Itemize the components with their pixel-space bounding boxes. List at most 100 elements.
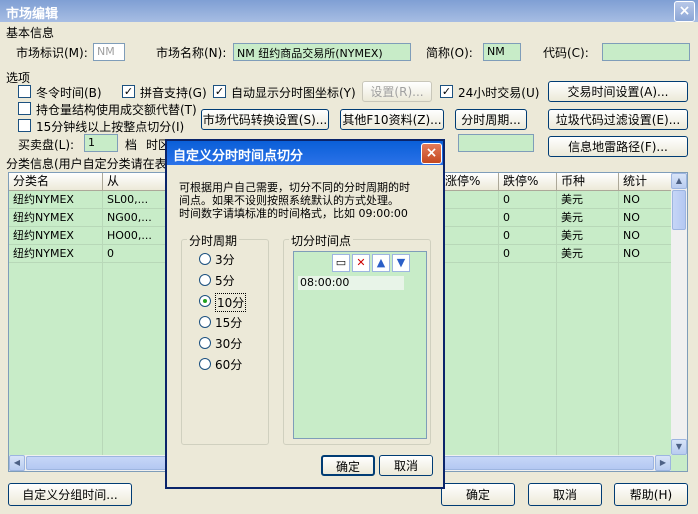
cancel-button[interactable]: 取消: [528, 483, 602, 506]
category-hint-label: 分类信息(用户自定分类请在表: [6, 157, 167, 171]
min15-split-checkbox[interactable]: [18, 119, 31, 132]
winter-time-label: 冬令时间(B): [36, 86, 102, 100]
period-label-10: 10分: [215, 293, 247, 312]
buy-sell-label: 买卖盘(L):: [18, 138, 75, 152]
period-radio-5[interactable]: [199, 274, 211, 286]
code-field[interactable]: [602, 43, 690, 61]
scroll-up-icon[interactable]: ▲: [671, 173, 687, 189]
delete-icon[interactable]: ✕: [352, 254, 370, 272]
cell-currency: 美元: [557, 245, 619, 263]
window-titlebar[interactable]: 市场编辑 ×: [0, 0, 698, 22]
scroll-left-icon[interactable]: ◀: [9, 455, 25, 471]
period-label-15: 15分: [215, 316, 243, 330]
info-mine-path-button[interactable]: 信息地雷路径(F)...: [548, 136, 688, 157]
cell-limit-down: 0: [499, 227, 557, 245]
settings-button[interactable]: 设置(R)...: [362, 81, 432, 102]
cell-name: 纽约NYMEX: [9, 191, 103, 209]
scroll-right-icon[interactable]: ▶: [655, 455, 671, 471]
buy-sell-field[interactable]: 1: [84, 134, 118, 152]
time-point-row[interactable]: 08:00:00: [298, 276, 404, 290]
period-radio-15[interactable]: [199, 316, 211, 328]
market-id-label: 市场标识(M):: [16, 46, 88, 60]
scroll-down-icon[interactable]: ▼: [671, 439, 687, 455]
other-f10-button[interactable]: 其他F10资料(Z)...: [340, 109, 444, 130]
cell-currency: 美元: [557, 209, 619, 227]
cell-limit-down: 0: [499, 191, 557, 209]
period-label-60: 60分: [215, 358, 243, 372]
cell-limit-up: [441, 227, 499, 245]
junk-filter-button[interactable]: 垃圾代码过滤设置(E)...: [548, 109, 688, 130]
window-close-icon[interactable]: ×: [674, 1, 695, 22]
cell-limit-up: [441, 191, 499, 209]
dialog-desc-line3: 时间数字请填标准的时间格式，比如 09:00:00: [179, 207, 408, 220]
column-header-stats[interactable]: 统计: [619, 173, 673, 191]
period-group-label: 分时周期: [187, 232, 240, 249]
dialog-ok-button[interactable]: 确定: [321, 455, 375, 476]
cell-stats: NO: [619, 227, 673, 245]
market-id-field[interactable]: NM: [93, 43, 125, 61]
ok-button[interactable]: 确定: [441, 483, 515, 506]
dialog-cancel-button[interactable]: 取消: [379, 455, 433, 476]
folder-icon[interactable]: ▭: [332, 254, 350, 272]
short-name-field[interactable]: NM: [483, 43, 521, 61]
cell-currency: 美元: [557, 191, 619, 209]
position-struct-checkbox[interactable]: [18, 102, 31, 115]
dialog-titlebar[interactable]: 自定义分时时间点切分 ×: [167, 141, 443, 165]
column-header-limit-down[interactable]: 跌停%: [499, 173, 557, 191]
help-button[interactable]: 帮助(H): [614, 483, 688, 506]
h24-trade-checkbox[interactable]: ✓: [440, 85, 453, 98]
gear-label: 档: [125, 138, 138, 152]
time-point-list[interactable]: ▭ ✕ ▲ ▼ 08:00:00: [293, 251, 427, 439]
split-time-dialog: 自定义分时时间点切分 × 可根据用户自己需要，切分不同的分时周期的时 间点。如果…: [165, 139, 445, 489]
column-divider: [498, 263, 499, 455]
column-divider: [556, 263, 557, 455]
period-label-3: 3分: [215, 253, 235, 267]
move-up-icon[interactable]: ▲: [372, 254, 390, 272]
winter-time-checkbox[interactable]: [18, 85, 31, 98]
cell-limit-up: [441, 209, 499, 227]
period-radio-30[interactable]: [199, 337, 211, 349]
cell-limit-down: 0: [499, 209, 557, 227]
auto-coord-checkbox[interactable]: ✓: [213, 85, 226, 98]
trade-time-settings-button[interactable]: 交易时间设置(A)...: [548, 81, 688, 102]
period-button[interactable]: 分时周期...: [455, 109, 527, 130]
cell-stats: NO: [619, 245, 673, 263]
market-name-label: 市场名称(N):: [156, 46, 227, 60]
column-header-currency[interactable]: 币种: [557, 173, 619, 191]
period-radio-3[interactable]: [199, 253, 211, 265]
cell-currency: 美元: [557, 227, 619, 245]
column-header-name[interactable]: 分类名: [9, 173, 103, 191]
cell-limit-down: 0: [499, 245, 557, 263]
vertical-scroll-thumb[interactable]: [672, 190, 686, 230]
period-radio-10[interactable]: [199, 295, 211, 307]
cell-name: 纽约NYMEX: [9, 245, 103, 263]
short-name-label: 简称(O):: [426, 46, 473, 60]
pinyin-checkbox[interactable]: ✓: [122, 85, 135, 98]
basic-info-section-label: 基本信息: [6, 26, 55, 40]
code-label: 代码(C):: [543, 46, 589, 60]
auto-coord-label: 自动显示分时图坐标(Y): [231, 86, 356, 100]
min15-split-label: 15分钟线以上按整点切分(I): [36, 120, 185, 134]
market-name-field[interactable]: NM 纽约商品交易所(NYMEX): [233, 43, 411, 61]
dialog-close-icon[interactable]: ×: [421, 143, 442, 164]
split-time-group-label: 切分时间点: [289, 232, 354, 249]
move-down-icon[interactable]: ▼: [392, 254, 410, 272]
period-label-30: 30分: [215, 337, 243, 351]
vertical-scrollbar[interactable]: ▲ ▼: [671, 173, 687, 455]
timezone-field[interactable]: [458, 134, 534, 152]
column-divider: [102, 263, 103, 455]
dialog-title: 自定义分时时间点切分: [173, 149, 304, 164]
market-code-convert-button[interactable]: 市场代码转换设置(S)...: [201, 109, 329, 130]
period-label-5: 5分: [215, 274, 235, 288]
cell-name: 纽约NYMEX: [9, 209, 103, 227]
cell-stats: NO: [619, 191, 673, 209]
column-header-limit-up[interactable]: 涨停%: [441, 173, 499, 191]
position-struct-label: 持仓量结构使用成交额代替(T): [36, 103, 197, 117]
time-point-value: 08:00:00: [300, 276, 350, 289]
period-radio-60[interactable]: [199, 358, 211, 370]
cell-name: 纽约NYMEX: [9, 227, 103, 245]
column-divider: [618, 263, 619, 455]
cell-stats: NO: [619, 209, 673, 227]
custom-group-time-button[interactable]: 自定义分组时间...: [8, 483, 132, 506]
pinyin-label: 拼音支持(G): [140, 86, 207, 100]
